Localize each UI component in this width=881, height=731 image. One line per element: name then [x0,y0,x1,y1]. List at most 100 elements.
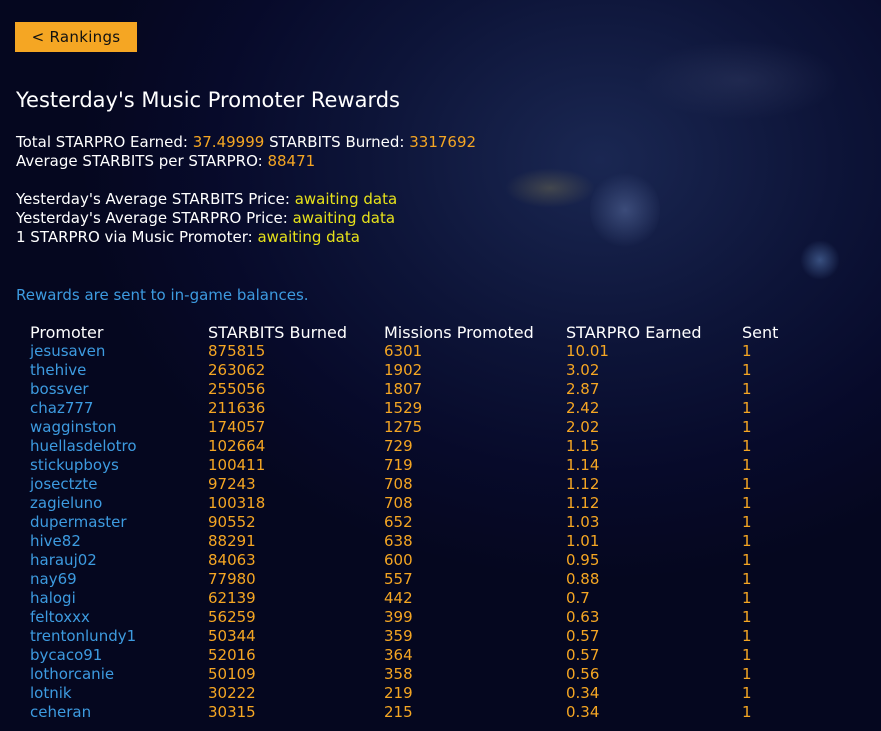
starpro-earned-cell: 0.57 [566,627,600,645]
header-starpro-earned: STARPRO Earned [566,322,702,342]
promoter-name[interactable]: bycaco91 [26,646,204,665]
starbits-burned-cell: 84063 [208,551,256,569]
starbits-burned-cell: 56259 [208,608,256,626]
missions-promoted-cell: 1902 [384,361,423,379]
table-row: bossver 255056 1807 2.87 1 [26,380,806,399]
starpro-earned-cell: 1.15 [566,437,600,455]
promoter-name[interactable]: ceheran [26,703,204,722]
missions-promoted-cell: 719 [384,456,413,474]
sent-cell: 1 [742,665,752,683]
missions-promoted-cell: 442 [384,589,413,607]
starbits-burned-cell: 52016 [208,646,256,664]
starpro-earned-cell: 0.34 [566,703,600,721]
promoter-name[interactable]: dupermaster [26,513,204,532]
sent-cell: 1 [742,380,752,398]
total-stats-line: Total STARPRO Earned: 37.49999 STARBITS … [16,133,476,152]
total-starpro-label: Total STARPRO Earned: [16,133,188,151]
via-promoter-label: 1 STARPRO via Music Promoter: [16,228,253,246]
header-missions-promoted: Missions Promoted [384,322,534,342]
missions-promoted-cell: 600 [384,551,413,569]
missions-promoted-cell: 215 [384,703,413,721]
missions-promoted-cell: 364 [384,646,413,664]
missions-promoted-cell: 708 [384,475,413,493]
promoter-name[interactable]: hive82 [26,532,204,551]
promoter-name[interactable]: harauj02 [26,551,204,570]
sent-cell: 1 [742,551,752,569]
starbits-burned-cell: 100318 [208,494,266,512]
promoter-name[interactable]: huellasdelotro [26,437,204,456]
table-row: jesusaven 875815 6301 10.01 1 [26,342,806,361]
table-row: bycaco91 52016 364 0.57 1 [26,646,806,665]
starpro-earned-cell: 0.56 [566,665,600,683]
table-row: lotnik 30222 219 0.34 1 [26,684,806,703]
sent-cell: 1 [742,399,752,417]
table-row: hive82 88291 638 1.01 1 [26,532,806,551]
starbits-burned-cell: 30315 [208,703,256,721]
sent-cell: 1 [742,532,752,550]
promoter-name[interactable]: chaz777 [26,399,204,418]
promoter-name[interactable]: jesusaven [26,342,204,361]
promoter-name[interactable]: trentonlundy1 [26,627,204,646]
promoter-name[interactable]: lotnik [26,684,204,703]
starbits-burned-cell: 77980 [208,570,256,588]
table-row: harauj02 84063 600 0.95 1 [26,551,806,570]
sent-cell: 1 [742,570,752,588]
sent-cell: 1 [742,494,752,512]
via-promoter-line: 1 STARPRO via Music Promoter: awaiting d… [16,228,360,247]
missions-promoted-cell: 1529 [384,399,423,417]
background-glow [590,170,660,250]
average-stats-line: Average STARBITS per STARPRO: 88471 [16,152,315,171]
table-row: lothorcanie 50109 358 0.56 1 [26,665,806,684]
promoter-name[interactable]: halogi [26,589,204,608]
starpro-earned-cell: 1.12 [566,494,600,512]
via-promoter-value: awaiting data [257,228,360,246]
background-glow [640,40,840,120]
starbits-burned-cell: 263062 [208,361,266,379]
starbits-price-label: Yesterday's Average STARBITS Price: [16,190,290,208]
sent-cell: 1 [742,684,752,702]
sent-cell: 1 [742,456,752,474]
promoter-name[interactable]: josectzte [26,475,204,494]
table-body: jesusaven 875815 6301 10.01 1 thehive 263062 19… [26,342,806,722]
total-starpro-value: 37.49999 [192,133,265,151]
promoter-name[interactable]: feltoxxx [26,608,204,627]
sent-cell: 1 [742,627,752,645]
table-row: halogi 62139 442 0.7 1 [26,589,806,608]
promoter-name[interactable]: bossver [26,380,204,399]
missions-promoted-cell: 358 [384,665,413,683]
table-row: ceheran 30315 215 0.34 1 [26,703,806,722]
starpro-earned-cell: 0.88 [566,570,600,588]
missions-promoted-cell: 729 [384,437,413,455]
starbits-burned-cell: 50109 [208,665,256,683]
starpro-earned-cell: 2.42 [566,399,600,417]
promoter-name[interactable]: stickupboys [26,456,204,475]
table-row: nay69 77980 557 0.88 1 [26,570,806,589]
missions-promoted-cell: 1275 [384,418,423,436]
starbits-burned-cell: 255056 [208,380,266,398]
starbits-burned-cell: 100411 [208,456,266,474]
table-header-row: Promoter STARBITS Burned Missions Promot… [26,322,806,342]
starpro-earned-cell: 0.57 [566,646,600,664]
table-row: huellasdelotro 102664 729 1.15 1 [26,437,806,456]
table-row: dupermaster 90552 652 1.03 1 [26,513,806,532]
promoter-name[interactable]: zagieluno [26,494,204,513]
starpro-earned-cell: 10.01 [566,342,609,360]
starbits-price-value: awaiting data [294,190,398,208]
sent-cell: 1 [742,703,752,721]
missions-promoted-cell: 638 [384,532,413,550]
promoter-name[interactable]: wagginston [26,418,204,437]
starbits-burned-cell: 50344 [208,627,256,645]
table-row: feltoxxx 56259 399 0.63 1 [26,608,806,627]
rankings-back-button[interactable]: < Rankings [15,22,137,52]
starpro-earned-cell: 1.03 [566,513,600,531]
missions-promoted-cell: 708 [384,494,413,512]
promoter-name[interactable]: lothorcanie [26,665,204,684]
page-title: Yesterday's Music Promoter Rewards [16,88,400,112]
average-label: Average STARBITS per STARPRO: [16,152,263,170]
sent-cell: 1 [742,475,752,493]
starbits-burned-cell: 97243 [208,475,256,493]
promoter-name[interactable]: thehive [26,361,204,380]
promoter-name[interactable]: nay69 [26,570,204,589]
table-row: wagginston 174057 1275 2.02 1 [26,418,806,437]
starbits-burned-cell: 875815 [208,342,266,360]
